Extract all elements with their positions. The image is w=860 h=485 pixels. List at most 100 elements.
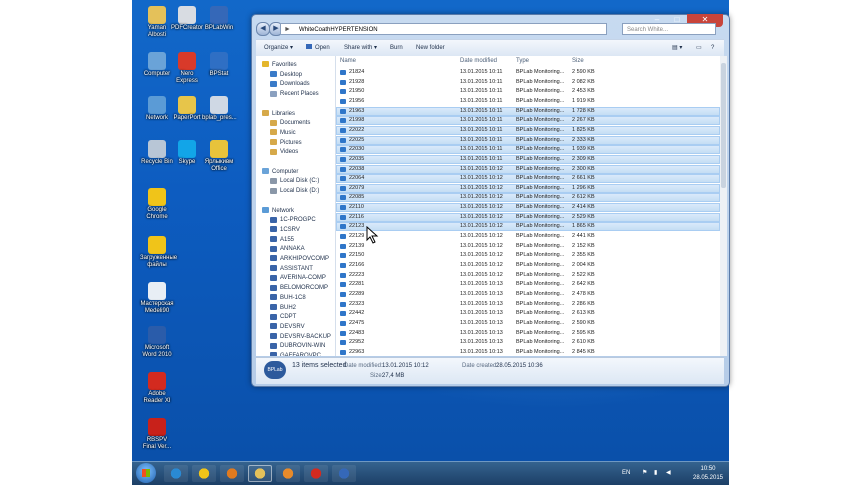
desktop-icon-yaman-albosti[interactable]: Yaman Albosti bbox=[140, 6, 174, 39]
column-header-size[interactable]: Size bbox=[572, 56, 584, 66]
file-row[interactable]: 22030 13.01.2015 10:11 BPLab Monitoring...… bbox=[336, 145, 720, 155]
nav-item-1csrv[interactable]: 1CSRV bbox=[270, 225, 300, 235]
nav-item-buh-1c8[interactable]: BUH-1C8 bbox=[270, 293, 306, 303]
desktop-icon-nero-express[interactable]: Nero Express bbox=[170, 52, 204, 85]
desktop-icon-bplab-pres-[interactable]: bplab_pres... bbox=[202, 96, 237, 122]
desktop-icon-bplabwin[interactable]: BPLabWin bbox=[202, 6, 236, 32]
nav-item-averina-comp[interactable]: AVERINA-COMP bbox=[270, 273, 326, 283]
desktop-icon-ярлыкивм-office[interactable]: Ярлыкивм Office bbox=[202, 140, 236, 173]
file-row[interactable]: 22223 13.01.2015 10:12 BPLab Monitoring...… bbox=[336, 271, 720, 280]
address-bar[interactable]: ► WhiteCoathHYPERTENSION bbox=[280, 23, 607, 35]
desktop-icon-rbspv-final-ver-[interactable]: RBSPV Final Ver... bbox=[140, 418, 174, 451]
file-row[interactable]: 22952 13.01.2015 10:13 BPLab Monitoring...… bbox=[336, 338, 720, 347]
file-row[interactable]: 22323 13.01.2015 10:13 BPLab Monitoring...… bbox=[336, 300, 720, 309]
nav-item-pictures[interactable]: Pictures bbox=[270, 138, 302, 148]
nav-item-recent-places[interactable]: Recent Places bbox=[270, 89, 319, 99]
media-player-icon[interactable] bbox=[276, 465, 300, 482]
nav-item-videos[interactable]: Videos bbox=[270, 147, 298, 157]
file-row[interactable]: 22289 13.01.2015 10:13 BPLab Monitoring...… bbox=[336, 290, 720, 299]
file-row[interactable]: 22281 13.01.2015 10:13 BPLab Monitoring...… bbox=[336, 280, 720, 289]
bplab-icon[interactable] bbox=[332, 465, 356, 482]
language-indicator[interactable]: EN bbox=[622, 469, 630, 477]
file-row[interactable]: 22038 13.01.2015 10:12 BPLab Monitoring...… bbox=[336, 164, 720, 174]
file-row[interactable]: 21956 13.01.2015 10:11 BPLab Monitoring...… bbox=[336, 97, 720, 106]
file-row[interactable]: 22022 13.01.2015 10:11 BPLab Monitoring...… bbox=[336, 125, 720, 135]
nav-item-network[interactable]: Network bbox=[262, 206, 294, 216]
nav-item-1c-progpc[interactable]: 1C-PROGPC bbox=[270, 215, 316, 225]
nav-item-annaka[interactable]: ANNAKA bbox=[270, 244, 305, 254]
nav-item-desktop[interactable]: Desktop bbox=[270, 70, 302, 80]
desktop-icon-paperport[interactable]: PaperPort bbox=[170, 96, 204, 122]
new-folder-button[interactable]: New folder bbox=[416, 40, 445, 56]
nav-item-cdpt[interactable]: CDPT bbox=[270, 312, 296, 322]
file-row[interactable]: 22483 13.01.2015 10:13 BPLab Monitoring...… bbox=[336, 329, 720, 338]
nav-item-local-disk-c-[interactable]: Local Disk (C:) bbox=[270, 176, 319, 186]
nav-item-devsrv[interactable]: DEVSRV bbox=[270, 322, 305, 332]
file-row[interactable]: 21963 13.01.2015 10:11 BPLab Monitoring...… bbox=[336, 106, 720, 116]
clock-date[interactable]: 28.05.2015 bbox=[688, 474, 728, 482]
open-button[interactable]: Open bbox=[306, 40, 330, 56]
share-with-button[interactable]: Share with ▾ bbox=[344, 40, 377, 56]
start-button[interactable] bbox=[136, 463, 156, 483]
file-row[interactable]: 21824 13.01.2015 10:11 BPLab Monitoring...… bbox=[336, 68, 720, 77]
nav-item-buh2[interactable]: BUH2 bbox=[270, 303, 296, 313]
column-header-type[interactable]: Type bbox=[516, 56, 529, 66]
file-row[interactable]: 22129 13.01.2015 10:12 BPLab Monitoring...… bbox=[336, 232, 720, 241]
nav-item-computer[interactable]: Computer bbox=[262, 167, 298, 177]
file-row[interactable]: 21950 13.01.2015 10:11 BPLab Monitoring...… bbox=[336, 87, 720, 96]
file-row[interactable]: 22035 13.01.2015 10:11 BPLab Monitoring...… bbox=[336, 154, 720, 164]
nav-item-devsrv-backup[interactable]: DEVSRV-BACKUP bbox=[270, 332, 331, 342]
explorer-icon[interactable] bbox=[248, 465, 272, 482]
search-input[interactable]: Search White... bbox=[622, 23, 716, 35]
nav-item-arkhipovcomp[interactable]: ARKHIPOVCOMP bbox=[270, 254, 329, 264]
nav-item-downloads[interactable]: Downloads bbox=[270, 79, 310, 89]
nav-item-gaffarovpc[interactable]: GAFFAROVPC bbox=[270, 351, 321, 356]
file-row[interactable]: 22150 13.01.2015 10:12 BPLab Monitoring...… bbox=[336, 251, 720, 260]
desktop-icon-recycle-bin[interactable]: Recycle Bin bbox=[140, 140, 174, 166]
file-row[interactable]: 22963 13.01.2015 10:13 BPLab Monitoring...… bbox=[336, 348, 720, 356]
desktop-icon-computer[interactable]: Computer bbox=[140, 52, 174, 78]
organize-button[interactable]: Organize ▾ bbox=[264, 40, 293, 56]
chrome-icon[interactable] bbox=[192, 465, 216, 482]
file-row[interactable]: 22442 13.01.2015 10:13 BPLab Monitoring...… bbox=[336, 309, 720, 318]
file-row[interactable]: 22025 13.01.2015 10:11 BPLab Monitoring...… bbox=[336, 135, 720, 145]
desktop-icon-adobe-reader-xi[interactable]: Adobe Reader XI bbox=[140, 372, 174, 405]
desktop-icon-network[interactable]: Network bbox=[140, 96, 174, 122]
adobe-reader-icon[interactable] bbox=[304, 465, 328, 482]
nav-item-assistant[interactable]: ASSISTANT bbox=[270, 264, 313, 274]
desktop-icon-мастерская-medeli90[interactable]: Мастерская Medeli90 bbox=[140, 282, 174, 315]
desktop-icon-pdfcreator[interactable]: PDFCreator bbox=[170, 6, 204, 32]
clock-time[interactable]: 10:50 bbox=[692, 465, 724, 473]
burn-button[interactable]: Burn bbox=[390, 40, 403, 56]
file-row[interactable]: 22139 13.01.2015 10:12 BPLab Monitoring...… bbox=[336, 242, 720, 251]
file-row[interactable]: 22116 13.01.2015 10:12 BPLab Monitoring...… bbox=[336, 212, 720, 222]
preview-pane-icon[interactable]: ▭ bbox=[696, 40, 702, 56]
file-row[interactable]: 21998 13.01.2015 10:11 BPLab Monitoring...… bbox=[336, 116, 720, 126]
file-row[interactable]: 22079 13.01.2015 10:12 BPLab Monitoring...… bbox=[336, 183, 720, 193]
help-icon[interactable]: ? bbox=[711, 40, 714, 56]
view-options-icon[interactable]: ▤ ▾ bbox=[672, 40, 682, 56]
nav-item-local-disk-d-[interactable]: Local Disk (D:) bbox=[270, 186, 319, 196]
nav-item-dubrovin-win[interactable]: DUBROVIN-WIN bbox=[270, 341, 325, 351]
outlook-icon[interactable] bbox=[220, 465, 244, 482]
file-row[interactable]: 22123 13.01.2015 10:12 BPLab Monitoring...… bbox=[336, 222, 720, 232]
volume-icon[interactable]: ◀ bbox=[666, 469, 671, 477]
network-tray-icon[interactable]: ▮ bbox=[654, 469, 657, 477]
desktop-icon-skype[interactable]: Skype bbox=[170, 140, 204, 166]
file-row[interactable]: 22110 13.01.2015 10:12 BPLab Monitoring...… bbox=[336, 203, 720, 213]
desktop-icon-google-chrome[interactable]: Google Chrome bbox=[140, 188, 174, 221]
column-header-date[interactable]: Date modified bbox=[460, 56, 497, 66]
file-row[interactable]: 22475 13.01.2015 10:13 BPLab Monitoring...… bbox=[336, 319, 720, 328]
nav-item-music[interactable]: Music bbox=[270, 128, 296, 138]
desktop-icon-bpstat[interactable]: BPStat bbox=[202, 52, 236, 78]
desktop-icon-загруженные-файлы[interactable]: Загруженные файлы bbox=[140, 236, 177, 269]
nav-item-belomorcomp[interactable]: BELOMORCOMP bbox=[270, 283, 328, 293]
desktop-icon-microsoft-word-2010[interactable]: Microsoft Word 2010 bbox=[140, 326, 174, 359]
flag-icon[interactable]: ⚑ bbox=[642, 469, 647, 477]
nav-item-favorites[interactable]: Favorites bbox=[262, 60, 297, 70]
file-row[interactable]: 22064 13.01.2015 10:12 BPLab Monitoring...… bbox=[336, 174, 720, 184]
back-button[interactable]: ◀ bbox=[256, 22, 270, 36]
nav-item-documents[interactable]: Documents bbox=[270, 118, 310, 128]
nav-item-a155[interactable]: A155 bbox=[270, 235, 294, 245]
file-row[interactable]: 22085 13.01.2015 10:12 BPLab Monitoring...… bbox=[336, 193, 720, 203]
